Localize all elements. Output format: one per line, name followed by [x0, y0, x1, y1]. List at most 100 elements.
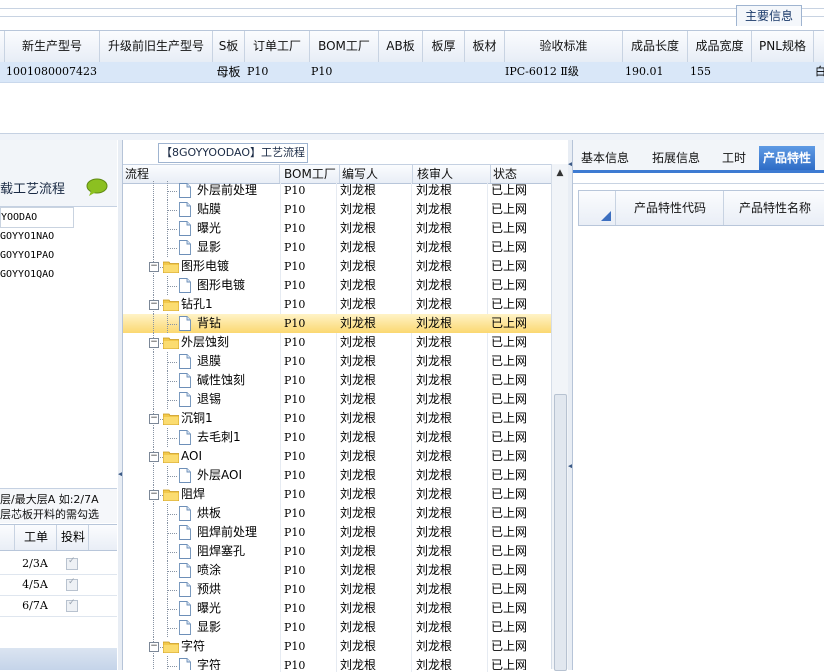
column-header-workorder[interactable]: 工单	[16, 525, 56, 550]
chat-bubble-icon[interactable]	[86, 178, 108, 196]
status-cell: 已上网	[491, 430, 528, 444]
table-row[interactable]: 10010800074231 母板 P10 P10 IPC-6012 Ⅱ级 19…	[0, 62, 824, 83]
flow-item[interactable]: YOODAO	[0, 207, 74, 228]
process-name: 显影	[197, 620, 222, 634]
collapse-toggle-icon[interactable]: −	[149, 452, 159, 462]
horizontal-splitter[interactable]	[0, 133, 824, 140]
reviewer-cell: 刘龙根	[416, 468, 453, 482]
table-row[interactable]: 贴膜 P10 刘龙根 刘龙根 已上网	[123, 200, 551, 219]
collapse-toggle-icon[interactable]: −	[149, 338, 159, 348]
tree-line	[167, 590, 177, 591]
tree-line	[153, 181, 154, 200]
table-row[interactable]: − 字符 P10 刘龙根 刘龙根 已上网	[123, 637, 551, 656]
bom-factory-cell: P10	[284, 241, 306, 254]
table-row[interactable]: 曝光 P10 刘龙根 刘龙根 已上网	[123, 219, 551, 238]
collapse-toggle-icon[interactable]: −	[149, 642, 159, 652]
flow-item[interactable]: GOYYO1QAO	[0, 265, 54, 284]
table-row[interactable]: 喷涂 P10 刘龙根 刘龙根 已上网	[123, 561, 551, 580]
table-row[interactable]: 退膜 P10 刘龙根 刘龙根 已上网	[123, 352, 551, 371]
bom-factory-cell: P10	[284, 488, 306, 501]
column-header-material[interactable]: 板材	[465, 31, 505, 62]
column-header-feature-name[interactable]: 产品特性名称	[723, 191, 824, 225]
table-row[interactable]: 曝光 P10 刘龙根 刘龙根 已上网	[123, 599, 551, 618]
writer-cell: 刘龙根	[340, 430, 377, 444]
feed-checkbox[interactable]	[66, 556, 78, 570]
writer-cell: 刘龙根	[340, 373, 377, 387]
vertical-scrollbar[interactable]: ▲	[551, 164, 568, 671]
table-row[interactable]: 图形电镀 P10 刘龙根 刘龙根 已上网	[123, 276, 551, 295]
feed-checkbox[interactable]	[66, 598, 78, 612]
reviewer-cell: 刘龙根	[416, 221, 453, 235]
column-header-new-model[interactable]: 新生产型号	[5, 31, 100, 62]
tab-main-info[interactable]: 主要信息	[736, 5, 802, 26]
table-row[interactable]: 显影 P10 刘龙根 刘龙根 已上网	[123, 238, 551, 257]
divider	[56, 525, 57, 550]
table-row[interactable]: 阻焊前处理 P10 刘龙根 刘龙根 已上网	[123, 523, 551, 542]
column-header-feed[interactable]: 投料	[58, 525, 88, 550]
product-table-header: 新生产型号 升级前旧生产型号 S板 订单工厂 BOM工厂 AB板 板厚 板材 验…	[0, 30, 824, 63]
collapse-toggle-icon[interactable]: −	[149, 262, 159, 272]
table-row[interactable]: 6/7A	[0, 596, 117, 617]
table-row[interactable]: − 阻焊 P10 刘龙根 刘龙根 已上网	[123, 485, 551, 504]
table-row[interactable]: 字符 P10 刘龙根 刘龙根 已上网	[123, 656, 551, 670]
table-row[interactable]: 外层AOI P10 刘龙根 刘龙根 已上网	[123, 466, 551, 485]
document-icon	[179, 202, 191, 217]
table-row[interactable]: − 外层蚀刻 P10 刘龙根 刘龙根 已上网	[123, 333, 551, 352]
table-row[interactable]: 2/3A	[0, 554, 117, 575]
cell-pnl-spec	[753, 62, 813, 82]
process-name: 退膜	[197, 354, 222, 368]
column-header-acceptance[interactable]: 验收标准	[505, 31, 623, 62]
feed-checkbox[interactable]	[66, 577, 78, 591]
flow-item[interactable]: GOYYO1NAO	[0, 227, 54, 246]
column-header-width[interactable]: 成品宽度	[688, 31, 752, 62]
column-header-feature-code[interactable]: 产品特性代码	[615, 191, 724, 225]
process-flow-panel: 流程 BOM工厂 编写人 核审人 状态 外层前处理 P10 刘龙根 刘龙根 已上网 贴膜 P…	[122, 140, 569, 672]
scroll-up-arrow-icon[interactable]: ▲	[552, 166, 568, 180]
table-row[interactable]: 阻焊塞孔 P10 刘龙根 刘龙根 已上网	[123, 542, 551, 561]
column-header-length[interactable]: 成品长度	[623, 31, 688, 62]
scrollbar-thumb[interactable]	[554, 394, 567, 671]
reviewer-cell: 刘龙根	[416, 525, 453, 539]
column-header-thickness[interactable]: 板厚	[423, 31, 465, 62]
collapse-toggle-icon[interactable]: −	[149, 300, 159, 310]
flow-item[interactable]: GOYYO1PAO	[0, 246, 54, 265]
table-row[interactable]: 预烘 P10 刘龙根 刘龙根 已上网	[123, 580, 551, 599]
table-row[interactable]: 烘板 P10 刘龙根 刘龙根 已上网	[123, 504, 551, 523]
table-row[interactable]: 外层前处理 P10 刘龙根 刘龙根 已上网	[123, 181, 551, 200]
document-icon	[179, 354, 191, 369]
table-row[interactable]: 去毛刺1 P10 刘龙根 刘龙根 已上网	[123, 428, 551, 447]
table-row[interactable]: − 图形电镀 P10 刘龙根 刘龙根 已上网	[123, 257, 551, 276]
reviewer-cell: 刘龙根	[416, 620, 453, 634]
table-row[interactable]: 碱性蚀刻 P10 刘龙根 刘龙根 已上网	[123, 371, 551, 390]
sort-indicator-icon[interactable]	[601, 211, 611, 221]
document-icon	[179, 392, 191, 407]
collapse-toggle-icon[interactable]: −	[149, 414, 159, 424]
tab-work-hours[interactable]: 工时	[722, 146, 746, 170]
folder-icon	[163, 413, 179, 425]
bom-factory-cell: P10	[284, 355, 306, 368]
bom-factory-cell: P10	[284, 640, 306, 653]
tab-extended-info[interactable]: 拓展信息	[652, 146, 700, 170]
bom-factory-cell: P10	[284, 507, 306, 520]
column-header-old-model[interactable]: 升级前旧生产型号	[100, 31, 213, 62]
bom-factory-cell: P10	[284, 659, 306, 670]
table-row[interactable]: 背钻 P10 刘龙根 刘龙根 已上网	[123, 314, 551, 333]
table-row[interactable]: − 钻孔1 P10 刘龙根 刘龙根 已上网	[123, 295, 551, 314]
cell-bom-factory: P10	[311, 65, 333, 78]
column-header-s-board[interactable]: S板	[213, 31, 245, 62]
tab-basic-info[interactable]: 基本信息	[581, 146, 629, 170]
column-header-ab-board[interactable]: AB板	[379, 31, 423, 62]
column-header-pnl-spec[interactable]: PNL规格	[752, 31, 814, 62]
document-icon	[179, 316, 191, 331]
column-header-order-factory[interactable]: 订单工厂	[245, 31, 310, 62]
tree-line	[153, 276, 154, 295]
table-row[interactable]: − 沉铜1 P10 刘龙根 刘龙根 已上网	[123, 409, 551, 428]
table-row[interactable]: 显影 P10 刘龙根 刘龙根 已上网	[123, 618, 551, 637]
column-header-bom-factory[interactable]: BOM工厂	[310, 31, 379, 62]
table-row[interactable]: 4/5A	[0, 575, 117, 596]
collapse-toggle-icon[interactable]: −	[149, 490, 159, 500]
bom-factory-cell: P10	[284, 298, 306, 311]
tab-product-features[interactable]: 产品特性	[759, 146, 816, 170]
table-row[interactable]: 退锡 P10 刘龙根 刘龙根 已上网	[123, 390, 551, 409]
table-row[interactable]: − AOI P10 刘龙根 刘龙根 已上网	[123, 447, 551, 466]
